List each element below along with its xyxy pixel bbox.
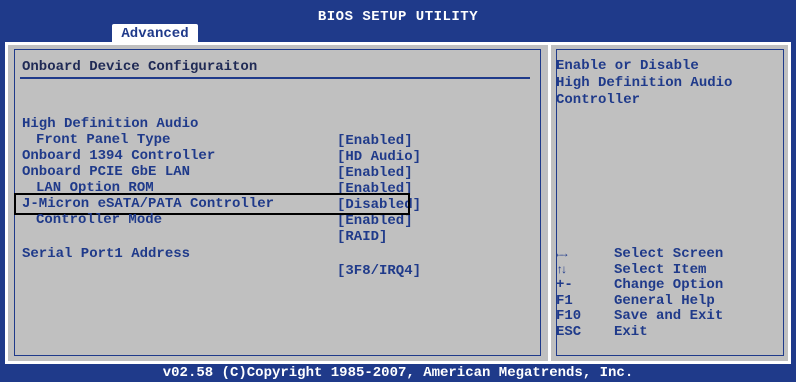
key-label: F1 [556, 292, 573, 309]
key-row: +- Change Option [556, 278, 776, 294]
key-row: ←→ Select Screen [556, 246, 776, 263]
help-line: Controller [556, 92, 641, 108]
key-desc: Select Screen [614, 246, 724, 262]
key-label: F10 [556, 308, 582, 325]
setting-value[interactable]: [Enabled] [337, 213, 413, 230]
help-line: Enable or Disable [556, 58, 699, 74]
key-desc: General Help [614, 292, 715, 309]
key-desc: Save and Exit [614, 308, 724, 325]
up-down-arrows-icon: ↑↓ [556, 262, 567, 277]
copyright-footer: v02.58 (C)Copyright 1985-2007, American … [162, 365, 634, 381]
setting-label: Serial Port1 Address [22, 246, 191, 262]
setting-onboard-1394[interactable]: Onboard 1394 Controller [Enabled] [22, 131, 522, 181]
key-label: ESC [556, 323, 582, 340]
section-title: Onboard Device Configuraiton [22, 59, 258, 75]
key-desc: Change Option [614, 277, 724, 294]
setting-label: Controller Mode [36, 212, 163, 228]
help-line: High Definition Audio [556, 75, 733, 91]
key-row: ESC Exit [556, 323, 776, 341]
setting-lan-option-rom[interactable]: LAN Option ROM [Disabled] [22, 163, 522, 213]
pane-divider [548, 45, 551, 361]
tab-advanced[interactable]: Advanced [112, 24, 198, 44]
title-bar: BIOS SETUP UTILITY Advanced [0, 0, 796, 44]
key-desc: Select Item [614, 261, 707, 278]
setting-hd-audio[interactable]: High Definition Audio [Enabled] [22, 99, 522, 149]
key-label: +- [556, 277, 573, 294]
setting-onboard-pcie-lan[interactable]: Onboard PCIE GbE LAN [Enabled] [22, 147, 522, 197]
left-right-arrows-icon: ←→ [556, 247, 567, 261]
key-row: F10 Save and Exit [556, 309, 776, 325]
setting-jmicron-controller[interactable]: J-Micron eSATA/PATA Controller [Enabled] [22, 179, 522, 229]
section-underline [20, 77, 530, 79]
help-description: Enable or Disable High Definition Audio … [556, 58, 776, 109]
key-row: F1 General Help [556, 292, 776, 310]
bios-title: BIOS SETUP UTILITY [317, 9, 479, 25]
setting-controller-mode[interactable]: Controller Mode [RAID] [14, 193, 410, 245]
key-row: ↑↓ Select Item [556, 261, 776, 279]
key-legend: ←→ Select Screen ↑↓ Select Item +- Chang… [556, 246, 776, 341]
key-desc: Exit [614, 323, 648, 340]
setting-front-panel-type[interactable]: Front Panel Type [HD Audio] [22, 115, 522, 165]
setting-serial-port1[interactable]: Serial Port1 Address [3F8/IRQ4] [22, 229, 522, 279]
setting-value[interactable]: [3F8/IRQ4] [337, 263, 421, 280]
